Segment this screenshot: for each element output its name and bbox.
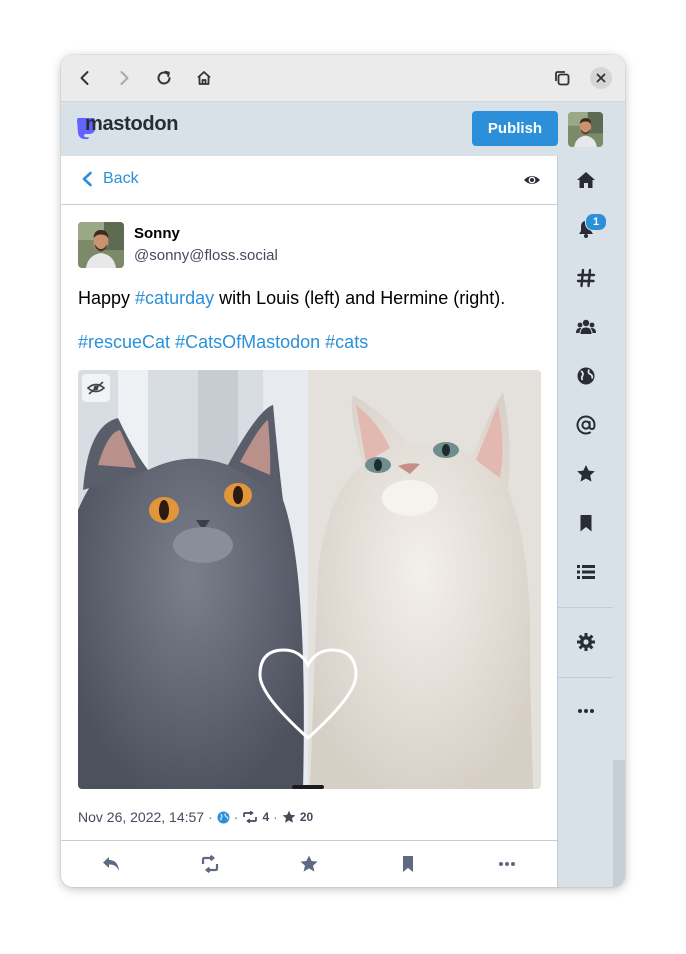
back-label: Back <box>103 170 139 187</box>
back-button[interactable]: Back <box>81 170 139 188</box>
cats-photo <box>78 370 541 789</box>
star-icon <box>300 855 318 872</box>
status-text-before: Happy <box>78 288 136 308</box>
detailed-status-column: Back Sonny @sonny@floss.social Happy #ca… <box>61 156 558 887</box>
scrollbar-thumb[interactable] <box>613 102 625 760</box>
app-header: mastodon Publish <box>61 102 613 156</box>
list-icon[interactable] <box>575 561 597 583</box>
gear-icon[interactable] <box>575 631 597 653</box>
bookmark-icon[interactable] <box>575 512 597 534</box>
nav-divider <box>558 607 613 608</box>
chevron-left-icon <box>82 171 92 187</box>
hashtag-link[interactable]: #CatsOfMastodon <box>175 332 320 352</box>
hashtag-link[interactable]: #caturday <box>135 288 214 308</box>
navigation-panel: 1 <box>558 156 613 887</box>
globe-icon[interactable] <box>575 365 597 387</box>
tabs-overview-icon[interactable] <box>551 67 573 89</box>
favourite-button[interactable] <box>299 854 319 874</box>
author-handle[interactable]: @sonny@floss.social <box>134 247 278 264</box>
mastodon-logo[interactable]: mastodon <box>76 112 179 140</box>
star-icon[interactable] <box>282 810 296 824</box>
hashtag-icon[interactable] <box>575 267 597 289</box>
column-back-bar: Back <box>61 156 557 205</box>
ellipsis-icon <box>499 862 515 866</box>
status-text-after: with Louis (left) and Hermine (right). <box>214 288 506 308</box>
browser-toolbar <box>61 55 625 102</box>
users-icon[interactable] <box>575 316 597 338</box>
media-carousel-indicator <box>292 785 324 789</box>
close-icon <box>596 73 606 83</box>
browser-window: mastodon Publish Back Sonny @sonny@floss… <box>61 55 625 887</box>
nav-divider <box>558 677 613 678</box>
eye-slash-icon <box>87 381 105 395</box>
status-meta: Nov 26, 2022, 14:57 · · 4 · 20 <box>78 807 313 827</box>
publish-button[interactable]: Publish <box>472 111 558 146</box>
notification-badge: 1 <box>585 213 607 231</box>
reply-button[interactable] <box>101 854 121 874</box>
account-avatar[interactable] <box>568 112 603 147</box>
forward-arrow-icon[interactable] <box>113 67 135 89</box>
window-close-button[interactable] <box>590 67 612 89</box>
globe-icon <box>217 810 230 824</box>
meta-separator: · <box>208 809 213 825</box>
reblog-count: 4 <box>262 810 270 824</box>
hashtag-list: #rescueCat #CatsOfMastodon #cats <box>78 332 368 353</box>
media-attachment[interactable] <box>78 370 541 789</box>
meta-separator: · <box>273 809 278 825</box>
retweet-icon <box>201 855 219 873</box>
boost-button[interactable] <box>200 854 220 874</box>
author-avatar[interactable] <box>78 222 124 268</box>
reply-icon <box>103 857 119 871</box>
status-content: Happy #caturday with Louis (left) and He… <box>78 288 505 309</box>
author-display-name[interactable]: Sonny <box>134 225 180 242</box>
ellipsis-icon[interactable] <box>575 700 597 722</box>
bookmark-button[interactable] <box>398 854 418 874</box>
reload-icon[interactable] <box>153 67 175 89</box>
at-icon[interactable] <box>575 414 597 436</box>
meta-separator: · <box>233 809 239 825</box>
hashtag-link[interactable]: #rescueCat <box>78 332 170 352</box>
more-options-button[interactable] <box>497 854 517 874</box>
logo-text: mastodon <box>85 112 179 135</box>
home-icon[interactable] <box>575 169 597 191</box>
home-page-icon[interactable] <box>193 67 215 89</box>
favourite-count: 20 <box>299 810 314 824</box>
eye-icon[interactable] <box>523 172 541 188</box>
retweet-icon[interactable] <box>242 811 258 823</box>
bookmark-icon <box>403 856 413 872</box>
status-action-bar <box>61 840 557 887</box>
star-icon[interactable] <box>575 463 597 485</box>
status-timestamp[interactable]: Nov 26, 2022, 14:57 <box>78 809 204 825</box>
back-arrow-icon[interactable] <box>74 67 96 89</box>
hide-media-button[interactable] <box>82 374 110 402</box>
hashtag-link[interactable]: #cats <box>325 332 368 352</box>
